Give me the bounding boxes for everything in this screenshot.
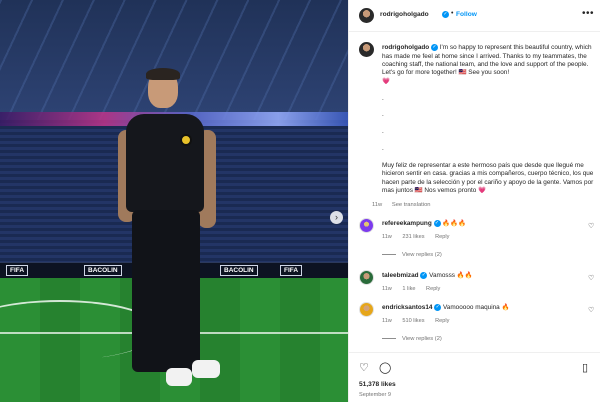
player-hair (146, 68, 180, 80)
comment-body: 🔥🔥🔥 (442, 220, 467, 228)
heart-icon[interactable]: ♡ (588, 274, 594, 282)
caption-spanish: Muy feliz de representar a este hermoso … (382, 161, 594, 195)
comment-time: 11w (382, 234, 392, 240)
view-replies-button[interactable]: View replies (2) (382, 252, 442, 258)
comment-username[interactable]: endricksantos14 (382, 304, 432, 311)
caption-dot: . (382, 128, 384, 136)
comment-body: Vamooooo maquina 🔥 (443, 304, 510, 312)
comment-time: 11w (382, 286, 392, 292)
board-sponsor: BACOLIN (84, 265, 122, 276)
comment-meta: 11w 231 likes Reply (382, 234, 458, 240)
avatar[interactable] (359, 270, 374, 285)
caption-meta: 11w See translation (372, 202, 439, 208)
comment-meta: 11w 510 likes Reply (382, 318, 458, 324)
replies-line (382, 337, 396, 339)
reply-button[interactable]: Reply (435, 318, 449, 324)
likes-count[interactable]: 51,378 likes (359, 381, 396, 388)
player-shirt (126, 114, 204, 212)
reply-button[interactable]: Reply (426, 286, 440, 292)
more-options-icon[interactable]: ••• (582, 8, 594, 19)
follow-button[interactable]: Follow (456, 11, 477, 18)
header-username[interactable]: rodrigoholgado (380, 11, 429, 18)
post-header: rodrigoholgado ✓ • Follow ••• (349, 0, 600, 32)
player-trousers (132, 210, 200, 372)
comment-username[interactable]: refereekampung (382, 220, 432, 227)
comment-username[interactable]: taleebmizad (382, 272, 419, 279)
caption-text: rodrigoholgado ✓ I'm so happy to represe… (382, 44, 595, 196)
caption-dot: . (382, 94, 384, 102)
caption-time[interactable]: 11w (372, 202, 382, 208)
post-date[interactable]: September 9 (359, 392, 391, 398)
comment-time: 11w (382, 318, 392, 324)
post-image[interactable]: FIFA BACOLIN BACOLIN FIFA › (0, 0, 348, 402)
avatar[interactable] (359, 302, 374, 317)
separator-dot: • (451, 10, 454, 17)
caption-dot: . (382, 145, 384, 153)
reply-button[interactable]: Reply (435, 234, 449, 240)
post-actions: ♡ ◯ ▯ 51,378 likes September 9 (349, 352, 600, 402)
comment-meta: 11w 1 like Reply (382, 286, 449, 292)
player-shoe (192, 360, 220, 378)
board-fifa: FIFA (6, 265, 29, 276)
verified-icon: ✓ (434, 304, 442, 311)
avatar[interactable] (359, 8, 374, 23)
shirt-crest-icon (180, 134, 192, 146)
view-replies-label: View replies (2) (402, 336, 442, 342)
verified-icon: ✓ (420, 272, 428, 279)
board-fifa: FIFA (280, 265, 303, 276)
view-replies-button[interactable]: View replies (2) (382, 336, 442, 342)
caption-heart: 💗 (382, 77, 390, 85)
avatar[interactable] (359, 42, 374, 57)
player-figure (118, 68, 230, 400)
verified-icon: ✓ (431, 44, 438, 51)
comment-text: endricksantos14 ✓ Vamooooo maquina 🔥 (382, 304, 572, 312)
view-replies-label: View replies (2) (402, 252, 442, 258)
comment-likes[interactable]: 231 likes (402, 234, 424, 240)
verified-icon: ✓ (433, 220, 441, 227)
caption-dot: . (382, 111, 384, 119)
comment-body: Vamosss 🔥🔥 (429, 272, 473, 280)
post-panel: rodrigoholgado ✓ • Follow ••• rodrigohol… (348, 0, 600, 402)
comment-likes[interactable]: 510 likes (402, 318, 424, 324)
avatar[interactable] (359, 218, 374, 233)
player-shoe (166, 368, 192, 386)
bookmark-icon[interactable]: ▯ (582, 361, 588, 374)
heart-icon[interactable]: ♡ (588, 222, 594, 230)
heart-icon[interactable]: ♡ (588, 306, 594, 314)
comment-icon[interactable]: ◯ (379, 361, 391, 374)
replies-line (382, 253, 396, 255)
comment-likes[interactable]: 1 like (402, 286, 415, 292)
next-image-button[interactable]: › (330, 211, 343, 224)
like-icon[interactable]: ♡ (359, 361, 369, 374)
caption-username[interactable]: rodrigoholgado (382, 44, 429, 51)
verified-icon: ✓ (442, 11, 449, 18)
comment-text: refereekampung ✓ 🔥🔥🔥 (382, 220, 572, 228)
see-translation-link[interactable]: See translation (392, 202, 431, 208)
comment-text: taleebmizad ✓ Vamosss 🔥🔥 (382, 272, 572, 280)
